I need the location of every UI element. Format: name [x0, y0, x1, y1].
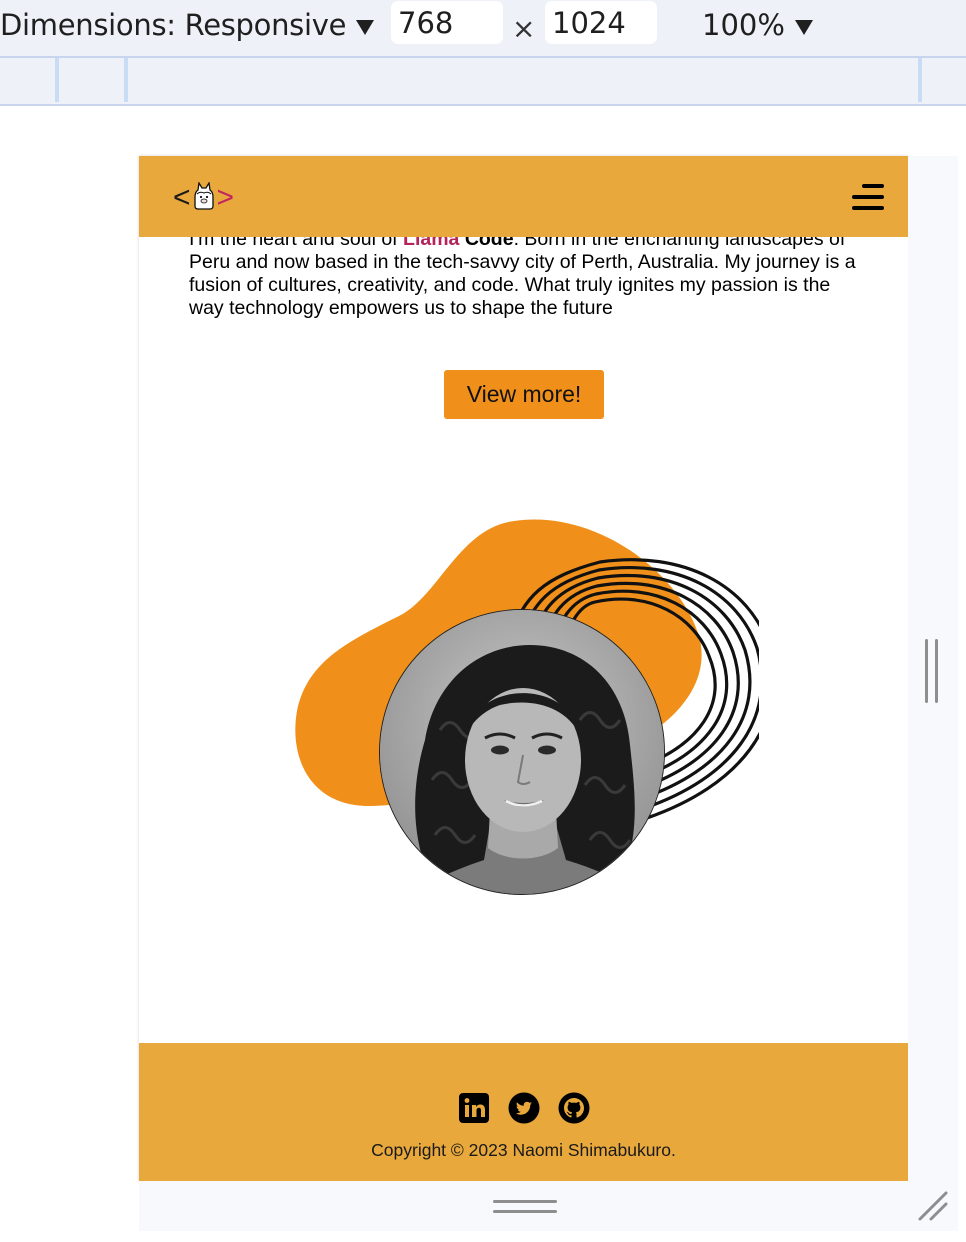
site-footer: Copyright © 2023 Naomi Shimabukuro.: [139, 1043, 908, 1181]
resize-handle-bottom[interactable]: [493, 1200, 557, 1203]
caret-down-icon: [794, 19, 813, 35]
dimensions-label: Dimensions: Responsive: [0, 8, 347, 42]
site-logo[interactable]: < >: [173, 180, 234, 219]
resize-corner-icon[interactable]: [917, 1190, 949, 1222]
github-icon[interactable]: [558, 1092, 590, 1124]
hamburger-menu-icon[interactable]: [852, 184, 884, 210]
linkedin-icon[interactable]: [458, 1092, 490, 1124]
zoom-dropdown[interactable]: 100%: [702, 8, 813, 42]
logo-bracket-left: <: [173, 181, 191, 214]
site-header: < >: [139, 156, 908, 237]
logo-bracket-right: >: [216, 181, 235, 214]
caret-down-icon: [356, 19, 375, 35]
profile-photo: [379, 609, 665, 895]
view-more-button[interactable]: View more!: [444, 370, 604, 419]
twitter-icon[interactable]: [508, 1092, 540, 1124]
width-input[interactable]: 768: [391, 1, 503, 44]
ruler-marker[interactable]: [55, 58, 59, 102]
about-paragraph: I'm the heart and soul of Llama Code. Bo…: [189, 228, 859, 320]
resize-handle-right[interactable]: [925, 639, 928, 703]
resize-gutter-bottom: [139, 1181, 958, 1231]
resize-handle-bottom[interactable]: [493, 1210, 557, 1213]
media-query-ruler: [0, 58, 966, 106]
ruler-marker[interactable]: [124, 58, 128, 102]
llama-icon: [193, 181, 215, 219]
portrait-image: [380, 610, 664, 894]
copyright-text: Copyright © 2023 Naomi Shimabukuro.: [371, 1140, 676, 1160]
dimensions-dropdown[interactable]: Dimensions: Responsive: [0, 8, 375, 42]
zoom-label: 100%: [702, 8, 785, 42]
height-input[interactable]: 1024: [545, 1, 657, 44]
times-sign: ×: [512, 12, 536, 45]
resize-gutter-right: [908, 156, 958, 1231]
devtools-toolbar: Dimensions: Responsive 768 × 1024 100%: [0, 0, 966, 58]
resize-handle-right[interactable]: [935, 639, 938, 703]
device-viewport: < > I'm the heart and soul of Llama Code…: [139, 156, 908, 1181]
ruler-marker[interactable]: [918, 58, 922, 102]
